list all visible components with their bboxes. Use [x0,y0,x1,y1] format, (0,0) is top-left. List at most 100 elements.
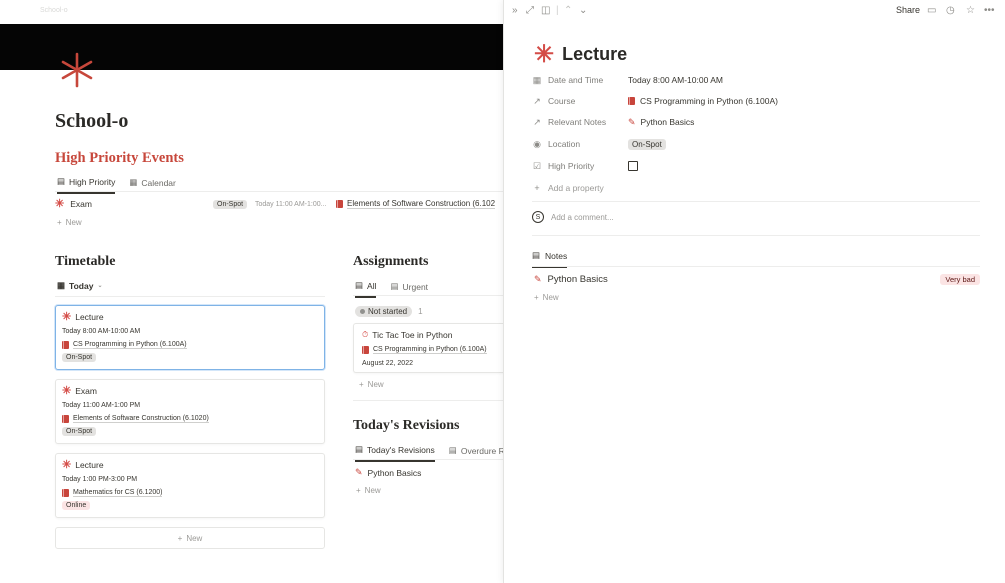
table-row[interactable]: ✳ Exam On-Spot Today 11:00 AM-1:00... El… [55,198,503,210]
page-title[interactable]: School-o [55,110,128,133]
peek-toolbar: » ⤢ ◫ | ⌃ ⌄ Share ▭ ◷ ☆ ••• [504,0,1005,24]
timetable-view-switcher[interactable]: ▦ Today ⌄ [57,280,102,296]
grid-icon: ▦ [57,280,66,290]
pencil-icon: ✎ [355,467,363,477]
breadcrumb[interactable]: School-o [40,7,68,14]
status-badge: Very bad [940,274,980,285]
status-badge: Not started [368,307,408,316]
timetable-title[interactable]: Timetable [55,254,115,270]
course-value[interactable]: CS Programming in Python (6.100A) [640,96,778,106]
location-tag[interactable]: On-Spot [628,138,666,150]
clock-icon[interactable]: ◷ [946,5,955,16]
timetable-card[interactable]: ✳ Lecture Today 1:00 PM-3:00 PM Mathemat… [55,453,325,518]
assignments-title[interactable]: Assignments [353,254,428,270]
property-high-priority[interactable]: ☑ High Priority [532,156,982,176]
property-location[interactable]: ◉ Location On-Spot [532,134,982,154]
assignments-new-button[interactable]: + New [359,380,384,389]
row-name: Exam [70,199,92,209]
card-title: Lecture [75,312,104,322]
table-icon: ▤ [355,280,364,290]
pencil-icon: ✎ [534,274,542,284]
tab-today[interactable]: ▦ Today ⌄ [57,280,102,296]
group-count: 1 [418,307,423,316]
timetable-card[interactable]: ✳ Exam Today 11:00 AM-1:00 PM Elements o… [55,379,325,444]
plus-icon: + [359,380,364,389]
note-name[interactable]: Python Basics [548,274,608,285]
timetable-new-button[interactable]: + New [55,527,325,549]
top-bar: School-o [0,0,503,24]
property-date-time[interactable]: ▦ Date and Time Today 8:00 AM-10:00 AM [532,70,982,90]
assignments-divider [353,295,503,296]
asterisk-page-icon[interactable] [57,50,97,90]
property-relevant-notes[interactable]: ↗ Relevant Notes ✎ Python Basics [532,112,982,132]
comment-input[interactable]: S Add a comment... [532,211,614,223]
tabs-divider [55,191,503,192]
card-time: Today 11:00 AM-1:00 PM [62,402,141,409]
asterisk-icon: ✳ [55,198,65,210]
date-time-value[interactable]: Today 8:00 AM-10:00 AM [628,75,723,85]
revisions-new-button[interactable]: + New [356,486,381,495]
add-property-button[interactable]: + Add a property [532,178,982,198]
star-icon[interactable]: ☆ [966,5,975,16]
high-priority-new-button[interactable]: + New [57,218,82,227]
high-priority-checkbox[interactable] [628,161,638,171]
location-tag: On-Spot [62,353,97,362]
notes-new-button[interactable]: + New [534,293,559,302]
timer-icon: ⏱ [362,330,369,339]
card-course[interactable]: CS Programming in Python (6.100A) [73,341,187,349]
table-icon: ▤ [448,445,457,455]
timetable-card[interactable]: ✳ Lecture Today 8:00 AM-10:00 AM CS Prog… [55,305,325,370]
card-course[interactable]: CS Programming in Python (6.100A) [373,346,487,354]
side-peek-panel: » ⤢ ◫ | ⌃ ⌄ Share ▭ ◷ ☆ ••• ✳ Lecture ▦ … [503,0,1005,583]
comment-icon[interactable]: ▭ [927,5,936,16]
revisions-title[interactable]: Today's Revisions [353,418,459,434]
separator: | [556,5,559,16]
property-course[interactable]: ↗ Course CS Programming in Python (6.100… [532,91,982,111]
book-icon [362,346,369,354]
table-row[interactable]: ✎ Python Basics Very bad [534,274,980,285]
location-tag: On-Spot [62,427,97,436]
select-icon: ◉ [533,138,541,149]
row-course[interactable]: Elements of Software Construction (6.102 [347,199,496,209]
chevron-down-icon: ⌄ [97,283,103,289]
card-date: August 22, 2022 [362,360,413,367]
avatar: S [532,211,544,223]
table-icon: ▤ [390,281,399,291]
list-item[interactable]: ✎ Python Basics [355,467,421,478]
card-time: Today 8:00 AM-10:00 AM [62,328,141,335]
close-peek-icon[interactable]: » [512,5,518,16]
relation-arrow-icon: ↗ [533,95,541,106]
plus-icon: + [534,183,540,193]
plus-icon: + [177,533,183,543]
card-title: Tic Tac Toe in Python [372,330,453,340]
book-icon [336,200,343,208]
plus-icon: + [534,293,539,302]
peek-title[interactable]: ✳ Lecture [534,42,627,66]
card-title: Exam [75,386,97,396]
high-priority-title[interactable]: High Priority Events [55,150,184,167]
plus-icon: + [57,218,62,227]
calendar-icon: ▦ [129,177,138,187]
book-icon [62,489,69,497]
pencil-icon: ✎ [628,116,636,127]
divider [532,201,980,202]
assignment-card[interactable]: ⏱ Tic Tac Toe in Python CS Programming i… [353,323,503,373]
chevron-down-icon[interactable]: ⌄ [579,5,587,16]
book-icon [62,341,69,349]
card-course[interactable]: Elements of Software Construction (6.102… [73,415,209,423]
expand-icon[interactable]: ⤢ [526,5,534,16]
share-button[interactable]: Share [896,5,920,15]
status-group-header[interactable]: Not started 1 [355,306,423,317]
card-course[interactable]: Mathematics for CS (6.1200) [73,489,163,497]
more-icon[interactable]: ••• [984,5,995,16]
assignments-bottom-divider [353,400,503,401]
chevron-up-icon[interactable]: ⌃ [564,5,572,16]
notes-divider [532,266,980,267]
asterisk-icon: ✳ [62,311,72,323]
divider [532,235,980,236]
asterisk-icon: ✳ [62,459,72,471]
status-dot-icon [360,309,365,314]
relevant-notes-value[interactable]: Python Basics [641,117,695,127]
revisions-divider [353,459,503,460]
panel-layout-icon[interactable]: ◫ [541,5,550,16]
